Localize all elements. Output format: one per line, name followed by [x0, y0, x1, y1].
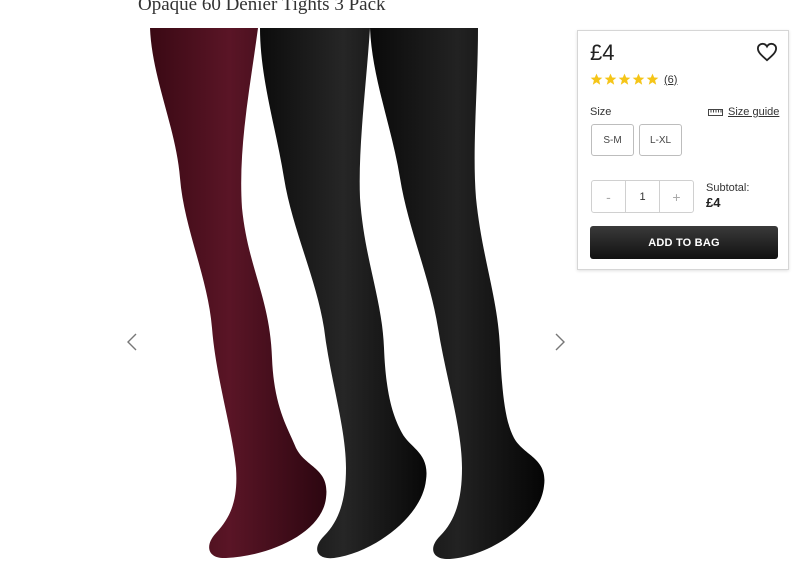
heart-outline-icon [756, 42, 778, 62]
quantity-increment-button[interactable]: + [660, 181, 693, 212]
subtotal-label: Subtotal: [706, 182, 750, 194]
star-icon [646, 73, 659, 85]
size-option-l-xl[interactable]: L-XL [639, 124, 682, 156]
product-image-gallery [120, 28, 570, 574]
star-rating [590, 73, 659, 86]
quantity-input[interactable] [625, 181, 660, 212]
size-label: Size [590, 106, 612, 118]
star-icon [604, 73, 617, 85]
ruler-icon [708, 108, 723, 116]
product-photo [150, 28, 545, 560]
product-rating: (6) [590, 73, 677, 86]
size-guide-link[interactable]: Size guide [708, 106, 779, 118]
star-icon [590, 73, 603, 85]
star-icon [618, 73, 631, 85]
product-title: Opaque 60 Denier Tights 3 Pack [138, 0, 386, 15]
chevron-right-icon [555, 333, 565, 351]
buy-box: £4 (6) Size Size guide S-M L-XL - 1 + Su… [577, 30, 789, 270]
gallery-next-button[interactable] [550, 328, 570, 356]
gallery-prev-button[interactable] [122, 328, 142, 356]
star-icon [632, 73, 645, 85]
review-count-link[interactable]: (6) [664, 74, 677, 86]
product-page: Opaque 60 Denier Tights 3 Pack £4 (6) Si… [0, 0, 797, 574]
chevron-left-icon [127, 333, 137, 351]
wishlist-button[interactable] [756, 42, 778, 62]
subtotal-value: £4 [706, 195, 721, 210]
product-price: £4 [590, 40, 615, 65]
quantity-decrement-button[interactable]: - [592, 181, 625, 212]
size-option-s-m[interactable]: S-M [591, 124, 634, 156]
quantity-stepper: - + [591, 180, 694, 213]
size-guide-label: Size guide [728, 106, 780, 118]
add-to-bag-button[interactable]: ADD TO BAG [590, 226, 778, 259]
